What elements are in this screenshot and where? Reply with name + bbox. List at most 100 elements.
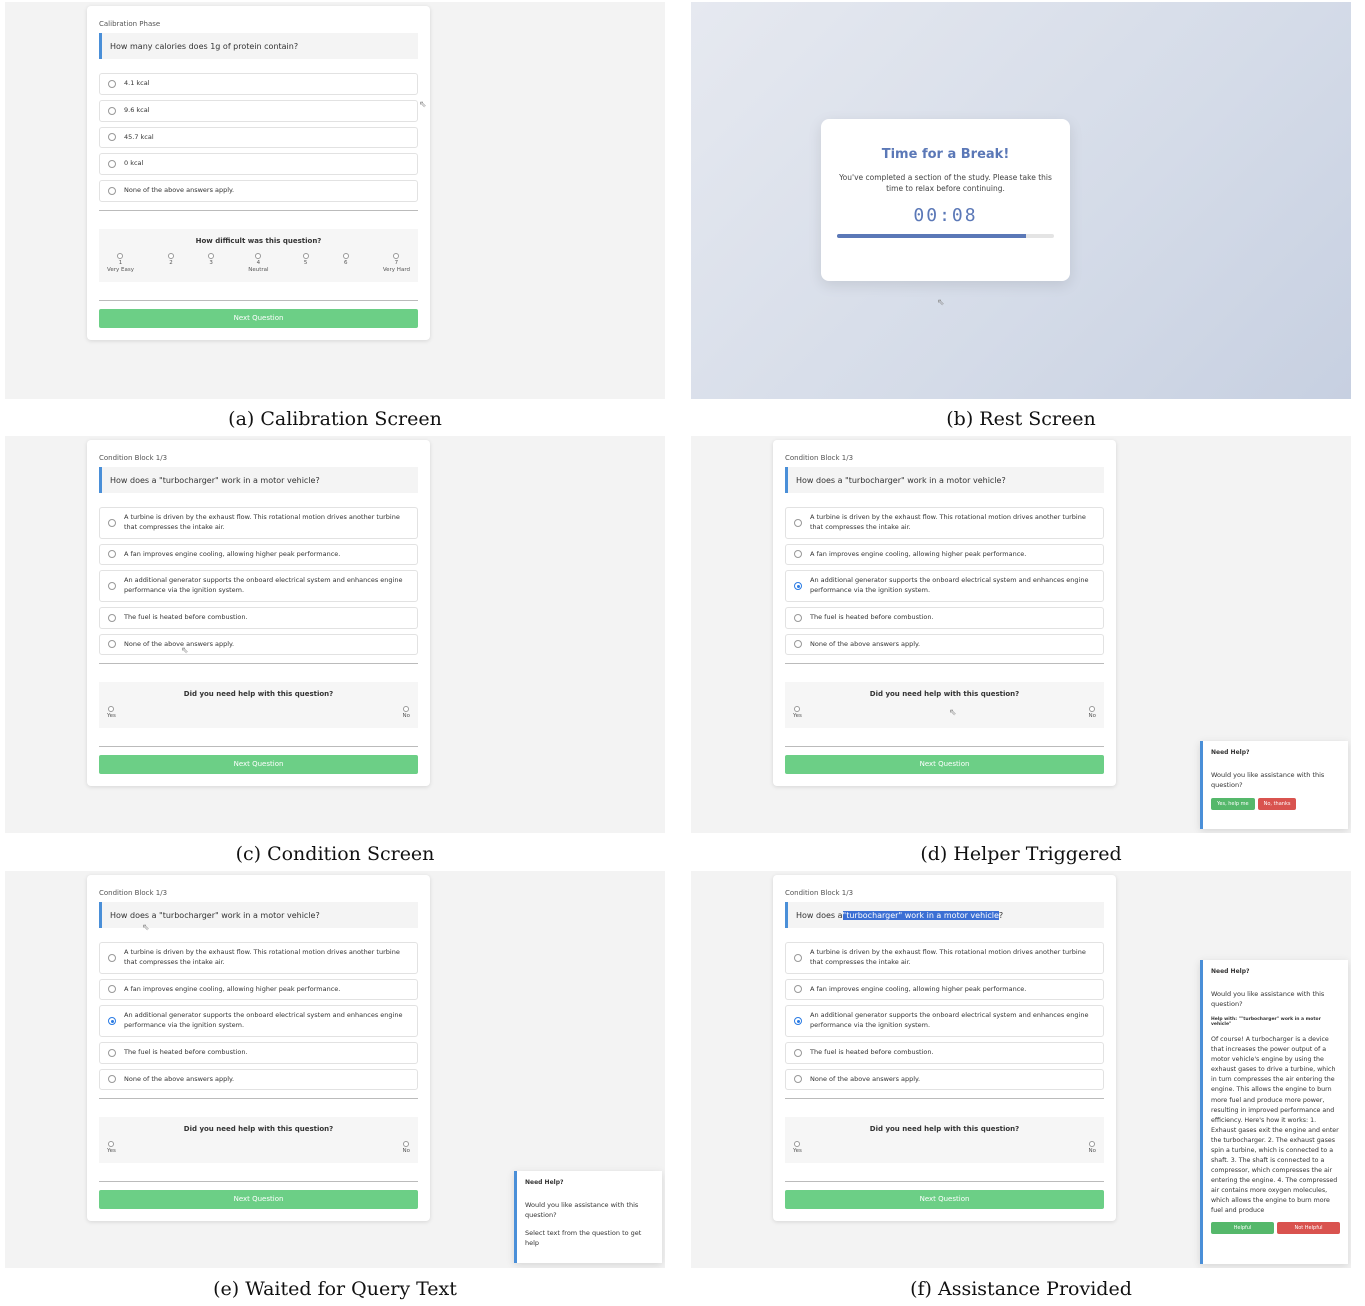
next-question-button[interactable]: Next Question — [785, 1189, 1104, 1209]
answer-option[interactable]: A turbine is driven by the exhaust flow.… — [785, 507, 1104, 539]
answer-option[interactable]: The fuel is heated before combustion. — [99, 1041, 418, 1064]
radio-button[interactable] — [168, 252, 175, 259]
radio-button[interactable] — [794, 613, 802, 622]
answer-option[interactable]: 4.1 kcal — [99, 73, 418, 95]
answer-option[interactable]: None of the above answers apply. — [99, 1068, 418, 1091]
answer-option[interactable]: An additional generator supports the onb… — [99, 1005, 418, 1037]
radio-button[interactable] — [108, 706, 115, 713]
radio-button[interactable] — [108, 186, 116, 195]
radio-button[interactable] — [794, 640, 802, 649]
scale-option-3[interactable]: 3 — [208, 252, 215, 274]
radio-button[interactable] — [1089, 1141, 1096, 1148]
help-no-option[interactable]: No — [1089, 706, 1096, 720]
answer-option[interactable]: An additional generator supports the onb… — [785, 570, 1104, 602]
answer-option[interactable]: The fuel is heated before combustion. — [99, 606, 418, 629]
scale-option-2[interactable]: 2 — [168, 252, 175, 274]
radio-button[interactable] — [108, 640, 116, 649]
help-yes-option[interactable]: Yes — [793, 1141, 802, 1155]
answer-option[interactable]: A turbine is driven by the exhaust flow.… — [99, 507, 418, 539]
question-card: Condition Block 1/3 How does a "turbocha… — [773, 875, 1116, 1221]
scale-option-4[interactable]: 4 Neutral — [248, 252, 269, 274]
answer-option[interactable]: 0 kcal — [99, 153, 418, 175]
next-question-button[interactable]: Next Question — [99, 754, 418, 774]
radio-button[interactable] — [794, 1048, 802, 1057]
radio-button[interactable] — [108, 79, 116, 88]
helper-query: Help with: ""turbocharger" work in a mot… — [1211, 1017, 1321, 1028]
selected-text-highlight[interactable]: "turbocharger" work in a motor vehicle — [842, 910, 999, 920]
help-yes-option[interactable]: Yes — [107, 1141, 116, 1155]
radio-button-selected[interactable] — [794, 582, 802, 590]
radio-button-selected[interactable] — [108, 1017, 116, 1025]
radio-button-selected[interactable] — [794, 1017, 802, 1025]
radio-button[interactable] — [117, 252, 124, 259]
help-no-option[interactable]: No — [1089, 1141, 1096, 1155]
radio-button[interactable] — [302, 252, 309, 259]
answer-option[interactable]: None of the above answers apply. — [99, 633, 418, 656]
help-yes-option[interactable]: Yes — [793, 706, 802, 720]
scale-option-7[interactable]: 7 Very Hard — [383, 252, 410, 274]
answer-option[interactable]: An additional generator supports the onb… — [785, 1005, 1104, 1037]
answer-options: A turbine is driven by the exhaust flow.… — [99, 942, 418, 1091]
radio-button[interactable] — [403, 1141, 410, 1148]
radio-button[interactable] — [342, 252, 349, 259]
helper-prompt: Would you like assistance with this ques… — [525, 1201, 639, 1220]
divider — [785, 1181, 1104, 1183]
radio-button[interactable] — [108, 550, 116, 559]
help-needed-scale: Yes No — [793, 706, 1096, 720]
answer-option[interactable]: A fan improves engine cooling, allowing … — [785, 978, 1104, 1001]
answer-option[interactable]: The fuel is heated before combustion. — [785, 1041, 1104, 1064]
no-thanks-button[interactable]: No, thanks — [1257, 798, 1297, 811]
divider — [99, 300, 418, 302]
answer-option[interactable]: A fan improves engine cooling, allowing … — [99, 543, 418, 566]
radio-button[interactable] — [108, 106, 116, 115]
radio-button[interactable] — [108, 582, 116, 590]
helper-title: Need Help? — [1211, 968, 1250, 975]
radio-button[interactable] — [108, 1141, 115, 1148]
radio-button[interactable] — [108, 953, 116, 962]
answer-option[interactable]: An additional generator supports the onb… — [99, 570, 418, 602]
radio-button[interactable] — [794, 706, 801, 713]
radio-button[interactable] — [1089, 706, 1096, 713]
answer-option[interactable]: None of the above answers apply. — [785, 1068, 1104, 1091]
next-question-button[interactable]: Next Question — [99, 1189, 418, 1209]
next-question-button[interactable]: Next Question — [99, 308, 418, 328]
question-text: How does a "turbocharger" work in a moto… — [785, 902, 1104, 928]
help-yes-option[interactable]: Yes — [107, 706, 116, 720]
yes-help-button[interactable]: Yes, help me — [1211, 798, 1255, 811]
answer-option[interactable]: A turbine is driven by the exhaust flow.… — [785, 942, 1104, 974]
helpful-button[interactable]: Helpful — [1211, 1222, 1274, 1235]
break-card: Time for a Break! You've completed a sec… — [821, 119, 1070, 281]
radio-button[interactable] — [108, 518, 116, 527]
radio-button[interactable] — [794, 518, 802, 527]
radio-button[interactable] — [403, 706, 410, 713]
answer-option[interactable]: 45.7 kcal — [99, 126, 418, 149]
radio-button[interactable] — [108, 985, 116, 994]
radio-button[interactable] — [794, 953, 802, 962]
next-question-button[interactable]: Next Question — [785, 754, 1104, 774]
radio-button[interactable] — [108, 1048, 116, 1057]
answer-option[interactable]: None of the above answers apply. — [99, 180, 418, 202]
radio-button[interactable] — [108, 1075, 116, 1084]
help-no-option[interactable]: No — [403, 1141, 410, 1155]
answer-option[interactable]: A fan improves engine cooling, allowing … — [99, 978, 418, 1001]
answer-option[interactable]: The fuel is heated before combustion. — [785, 606, 1104, 629]
answer-option[interactable]: A fan improves engine cooling, allowing … — [785, 543, 1104, 566]
answer-option[interactable]: A turbine is driven by the exhaust flow.… — [99, 942, 418, 974]
radio-button[interactable] — [108, 160, 116, 169]
answer-option[interactable]: 9.6 kcal — [99, 99, 418, 122]
radio-button[interactable] — [794, 985, 802, 994]
radio-button[interactable] — [794, 1075, 802, 1084]
scale-option-1[interactable]: 1 Very Easy — [107, 252, 134, 274]
radio-button[interactable] — [208, 252, 215, 259]
scale-option-5[interactable]: 5 — [302, 252, 309, 274]
not-helpful-button[interactable]: Not Helpful — [1277, 1222, 1340, 1235]
radio-button[interactable] — [794, 550, 802, 559]
radio-button[interactable] — [255, 252, 262, 259]
radio-button[interactable] — [393, 252, 400, 259]
answer-option[interactable]: None of the above answers apply. — [785, 633, 1104, 656]
scale-option-6[interactable]: 6 — [342, 252, 349, 274]
radio-button[interactable] — [794, 1141, 801, 1148]
radio-button[interactable] — [108, 613, 116, 622]
help-no-option[interactable]: No — [403, 706, 410, 720]
radio-button[interactable] — [108, 133, 116, 142]
